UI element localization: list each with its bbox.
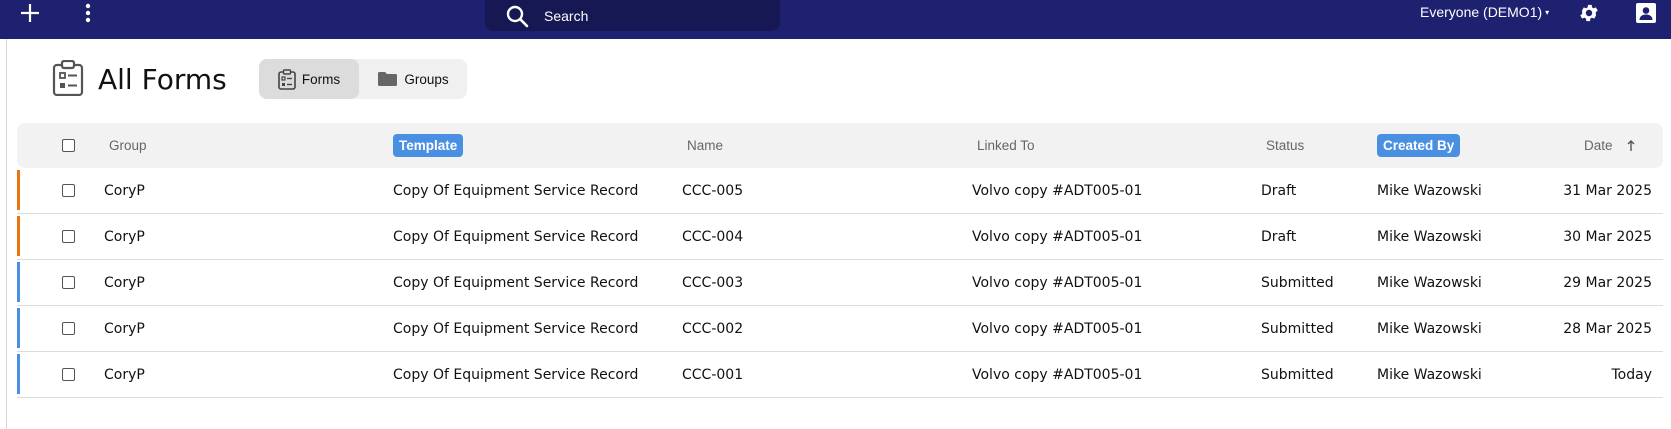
folder-icon bbox=[377, 71, 398, 87]
search-box[interactable]: Search bbox=[485, 0, 780, 31]
cell-linked-to: Volvo copy #ADT005-01 bbox=[972, 228, 1143, 245]
profile-button[interactable] bbox=[1633, 0, 1659, 26]
cell-group: CoryP bbox=[104, 182, 145, 199]
column-header-label: Status bbox=[1266, 138, 1305, 153]
cell-status: Draft bbox=[1261, 182, 1297, 199]
cell-linked-to: Volvo copy #ADT005-01 bbox=[972, 320, 1143, 337]
column-header-label: Name bbox=[687, 138, 724, 153]
left-divider bbox=[6, 39, 7, 429]
cell-template: Copy Of Equipment Service Record bbox=[393, 366, 639, 383]
column-header-label: Created By bbox=[1377, 134, 1461, 157]
cell-date: 30 Mar 2025 bbox=[1563, 228, 1652, 245]
view-toggle: Forms Groups bbox=[259, 59, 467, 99]
cell-date: 31 Mar 2025 bbox=[1563, 182, 1652, 199]
cell-group: CoryP bbox=[104, 366, 145, 383]
more-vertical-icon bbox=[85, 3, 91, 23]
clipboard-icon bbox=[278, 68, 296, 90]
row-select-cell bbox=[62, 260, 75, 305]
cell-status: Submitted bbox=[1261, 366, 1334, 383]
row-checkbox[interactable] bbox=[62, 322, 75, 335]
add-button[interactable] bbox=[16, 0, 44, 26]
cell-status: Submitted bbox=[1261, 320, 1334, 337]
plus-icon bbox=[21, 4, 39, 22]
caret-down-icon: ▾ bbox=[1545, 7, 1550, 17]
cell-date: 29 Mar 2025 bbox=[1563, 274, 1652, 291]
column-header-group[interactable]: Group bbox=[109, 123, 147, 168]
column-header-created-by[interactable]: Created By bbox=[1377, 123, 1461, 168]
top-bar: Search Everyone (DEMO1) ▾ bbox=[0, 0, 1671, 39]
column-header-label: Template bbox=[393, 134, 464, 157]
column-header-label: Group bbox=[109, 138, 147, 153]
sort-ascending-icon bbox=[1627, 140, 1635, 151]
column-header-label: Linked To bbox=[977, 138, 1035, 153]
column-header-label: Date bbox=[1584, 138, 1613, 153]
table-row[interactable]: CoryP Copy Of Equipment Service Record CCC… bbox=[17, 260, 1663, 306]
search-icon bbox=[505, 3, 531, 29]
cell-date: 28 Mar 2025 bbox=[1563, 320, 1652, 337]
select-all-cell bbox=[62, 123, 75, 168]
cell-linked-to: Volvo copy #ADT005-01 bbox=[972, 366, 1143, 383]
cell-linked-to: Volvo copy #ADT005-01 bbox=[972, 274, 1143, 291]
cell-group: CoryP bbox=[104, 228, 145, 245]
table-row[interactable]: CoryP Copy Of Equipment Service Record CCC… bbox=[17, 306, 1663, 352]
cell-name: CCC-004 bbox=[682, 228, 744, 245]
more-options-button[interactable] bbox=[76, 0, 100, 26]
row-select-cell bbox=[62, 352, 75, 397]
tab-groups-label: Groups bbox=[404, 71, 449, 87]
cell-group: CoryP bbox=[104, 274, 145, 291]
cell-name: CCC-005 bbox=[682, 182, 744, 199]
select-all-checkbox[interactable] bbox=[62, 139, 75, 152]
table-row[interactable]: CoryP Copy Of Equipment Service Record CCC… bbox=[17, 352, 1663, 398]
account-label: Everyone (DEMO1) bbox=[1420, 4, 1543, 20]
status-color-bar bbox=[17, 216, 20, 256]
table-row[interactable]: CoryP Copy Of Equipment Service Record CCC… bbox=[17, 168, 1663, 214]
account-selector[interactable]: Everyone (DEMO1) ▾ bbox=[1420, 0, 1549, 24]
cell-name: CCC-002 bbox=[682, 320, 744, 337]
gear-icon bbox=[1580, 4, 1598, 22]
row-select-cell bbox=[62, 306, 75, 351]
cell-template: Copy Of Equipment Service Record bbox=[393, 228, 639, 245]
table-header: Group Template Name Linked To Status Cre… bbox=[17, 123, 1663, 168]
cell-template: Copy Of Equipment Service Record bbox=[393, 320, 639, 337]
status-color-bar bbox=[17, 308, 20, 348]
row-select-cell bbox=[62, 168, 75, 213]
cell-status: Submitted bbox=[1261, 274, 1334, 291]
clipboard-icon bbox=[52, 59, 84, 97]
row-checkbox[interactable] bbox=[62, 184, 75, 197]
cell-template: Copy Of Equipment Service Record bbox=[393, 182, 639, 199]
cell-group: CoryP bbox=[104, 320, 145, 337]
row-checkbox[interactable] bbox=[62, 276, 75, 289]
cell-template: Copy Of Equipment Service Record bbox=[393, 274, 639, 291]
table-row[interactable]: CoryP Copy Of Equipment Service Record CCC… bbox=[17, 214, 1663, 260]
tab-groups[interactable]: Groups bbox=[359, 59, 467, 99]
cell-date: Today bbox=[1611, 366, 1653, 383]
tab-forms-label: Forms bbox=[301, 71, 341, 87]
column-header-template[interactable]: Template bbox=[393, 123, 464, 168]
column-header-status[interactable]: Status bbox=[1266, 123, 1304, 168]
row-checkbox[interactable] bbox=[62, 230, 75, 243]
column-header-linked-to[interactable]: Linked To bbox=[977, 123, 1035, 168]
column-header-date[interactable]: Date bbox=[1584, 123, 1635, 168]
cell-name: CCC-001 bbox=[682, 366, 744, 383]
user-account-icon bbox=[1636, 3, 1656, 23]
cell-name: CCC-003 bbox=[682, 274, 744, 291]
tab-forms[interactable]: Forms bbox=[259, 59, 359, 99]
status-color-bar bbox=[17, 262, 20, 302]
search-placeholder: Search bbox=[544, 7, 589, 24]
cell-status: Draft bbox=[1261, 228, 1297, 245]
cell-linked-to: Volvo copy #ADT005-01 bbox=[972, 182, 1143, 199]
status-color-bar bbox=[17, 170, 20, 210]
column-header-name[interactable]: Name bbox=[687, 123, 723, 168]
settings-button[interactable] bbox=[1576, 0, 1602, 26]
status-color-bar bbox=[17, 354, 20, 394]
row-checkbox[interactable] bbox=[62, 368, 75, 381]
page-title: All Forms bbox=[98, 63, 227, 96]
row-select-cell bbox=[62, 214, 75, 259]
